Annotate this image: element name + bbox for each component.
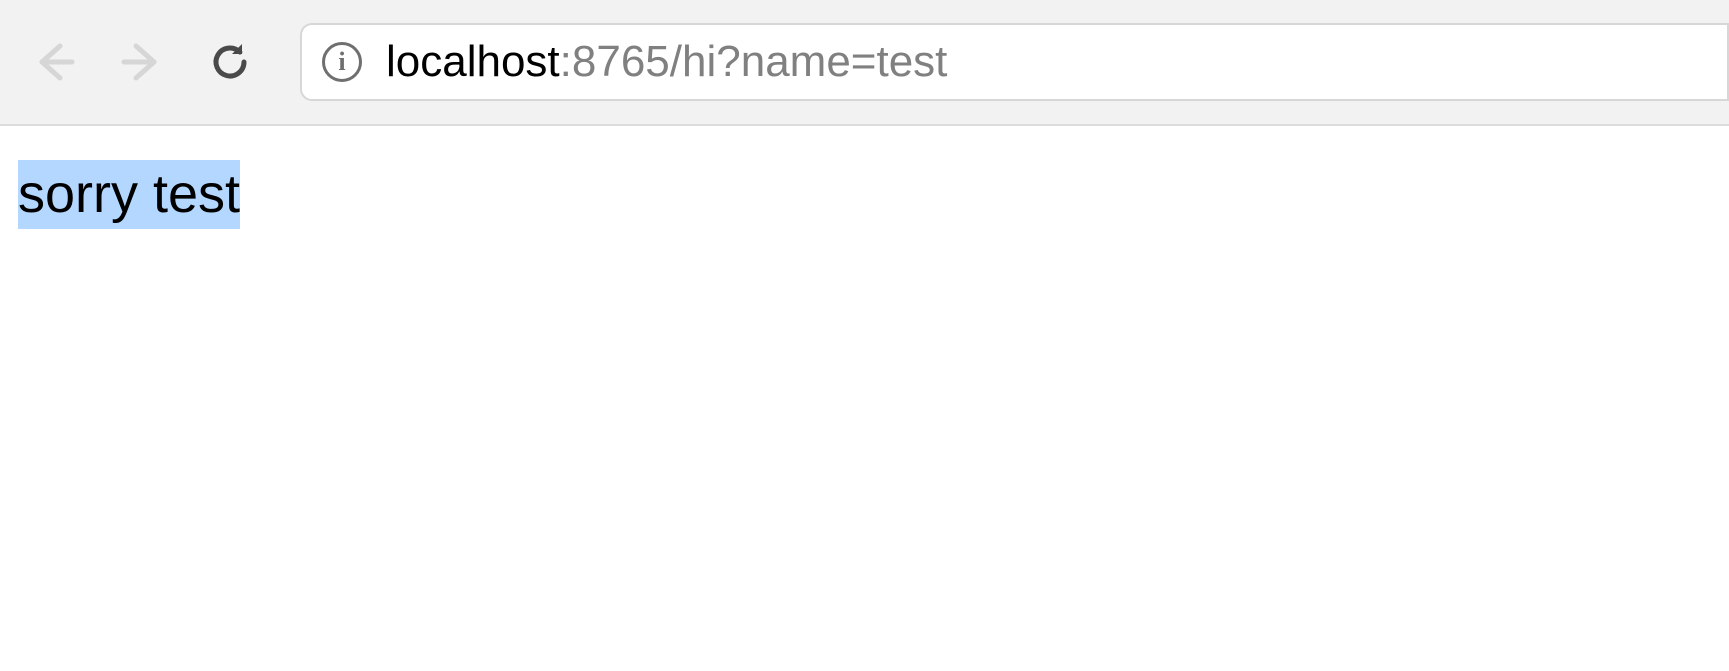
address-bar[interactable]: i localhost:8765/hi?name=test xyxy=(300,23,1729,101)
reload-button[interactable] xyxy=(204,36,256,88)
back-button[interactable] xyxy=(28,36,80,88)
forward-button[interactable] xyxy=(116,36,168,88)
info-icon-glyph: i xyxy=(338,47,345,77)
page-content: sorry test xyxy=(0,126,1729,229)
reload-icon xyxy=(208,40,252,84)
url-rest: :8765/hi?name=test xyxy=(560,37,948,87)
page-body-text[interactable]: sorry test xyxy=(18,160,240,229)
arrow-right-icon xyxy=(120,40,164,84)
browser-toolbar: i localhost:8765/hi?name=test xyxy=(0,0,1729,126)
info-icon[interactable]: i xyxy=(322,42,362,82)
arrow-left-icon xyxy=(32,40,76,84)
url-host: localhost xyxy=(386,37,560,87)
